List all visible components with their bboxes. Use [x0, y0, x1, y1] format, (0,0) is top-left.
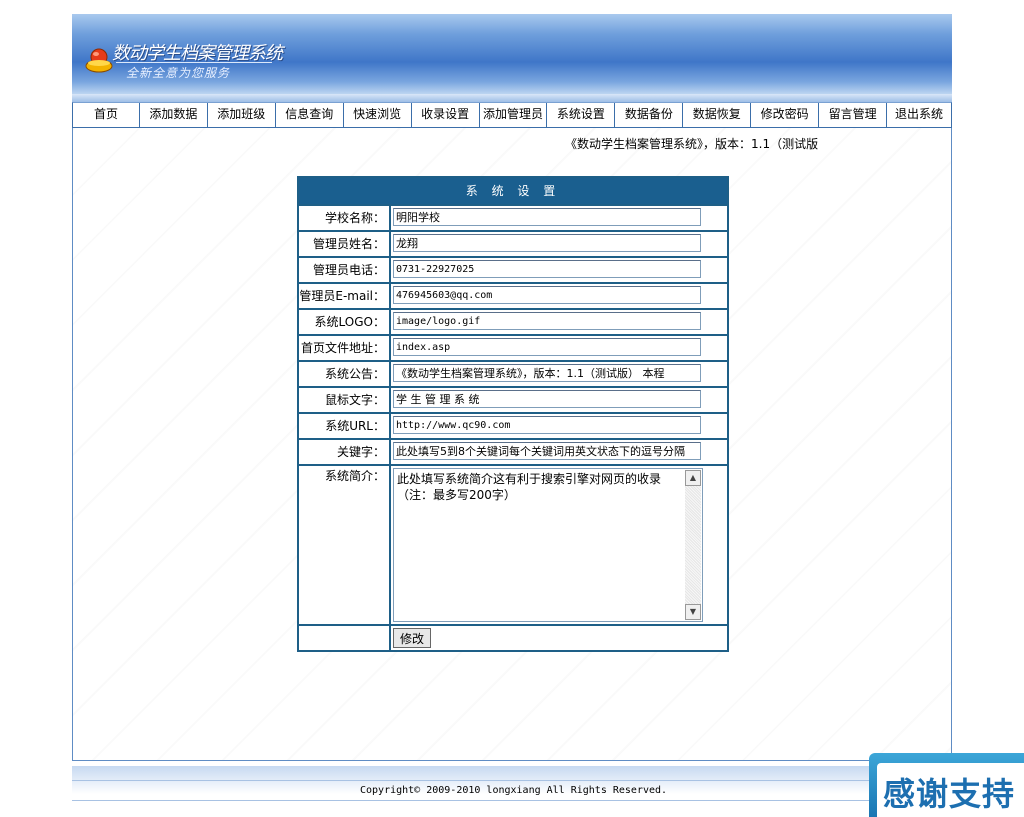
form-row-admin-name: 管理员姓名： 龙翔 — [299, 230, 727, 256]
mouse-text-label: 鼠标文字： — [299, 388, 391, 412]
logo-subtitle: 全新全意为您服务 — [126, 66, 231, 80]
form-row-school-name: 学校名称： 明阳学校 — [299, 204, 727, 230]
announcement-marquee: 《数动学生档案管理系统》，版本：1.1（测试版 — [565, 137, 819, 151]
nav-quick-browse[interactable]: 快速浏览 — [342, 103, 411, 127]
corner-ad[interactable]: 感谢支持 — [869, 753, 1024, 817]
form-row-home-file: 首页文件地址： index.asp — [299, 334, 727, 360]
intro-textarea[interactable]: 此处填写系统简介这有利于搜索引擎对网页的收录（注：最多写200字） ▲ ▼ — [393, 468, 703, 622]
intro-label: 系统简介： — [299, 466, 391, 624]
header-banner: 数动学生档案管理系统 全新全意为您服务 — [72, 14, 952, 94]
admin-name-label: 管理员姓名： — [299, 232, 391, 256]
form-row-admin-phone: 管理员电话： 0731-22927025 — [299, 256, 727, 282]
ingot-logo-icon — [85, 48, 113, 73]
system-logo-label: 系统LOGO： — [299, 310, 391, 334]
form-row-system-logo: 系统LOGO： image/logo.gif — [299, 308, 727, 334]
form-row-intro: 系统简介： 此处填写系统简介这有利于搜索引擎对网页的收录（注：最多写200字） … — [299, 464, 727, 624]
system-logo-input[interactable]: image/logo.gif — [393, 312, 701, 330]
nav-logout[interactable]: 退出系统 — [886, 103, 951, 127]
footer-divider-top — [72, 780, 952, 781]
nav-add-class[interactable]: 添加班级 — [206, 103, 275, 127]
announcement-input[interactable]: 《数动学生档案管理系统》，版本：1.1（测试版） 本程 — [393, 364, 701, 382]
scroll-down-icon[interactable]: ▼ — [685, 604, 701, 620]
footer-divider-bottom — [72, 800, 952, 801]
nav-add-data[interactable]: 添加数据 — [138, 103, 207, 127]
admin-phone-input[interactable]: 0731-22927025 — [393, 260, 701, 278]
nav-collect-settings[interactable]: 收录设置 — [410, 103, 479, 127]
admin-name-input[interactable]: 龙翔 — [393, 234, 701, 252]
home-file-input[interactable]: index.asp — [393, 338, 701, 356]
copyright-text: Copyright© 2009-2010 longxiang All Right… — [360, 785, 668, 796]
main-content: 《数动学生档案管理系统》，版本：1.1（测试版 系 统 设 置 学校名称： 明阳… — [72, 128, 952, 761]
nav-home[interactable]: 首页 — [73, 103, 139, 127]
intro-scrollbar[interactable]: ▲ ▼ — [685, 470, 701, 620]
form-row-system-url: 系统URL： http://www.qc90.com — [299, 412, 727, 438]
logo-title: 数动学生档案管理系统 — [112, 43, 283, 64]
scroll-up-icon[interactable]: ▲ — [685, 470, 701, 486]
nav-info-query[interactable]: 信息查询 — [274, 103, 343, 127]
form-row-submit: 修改 — [299, 624, 727, 650]
nav-data-restore[interactable]: 数据恢复 — [682, 103, 750, 127]
modify-button[interactable]: 修改 — [393, 628, 432, 648]
page-wrapper: 数动学生档案管理系统 全新全意为您服务 首页 添加数据 添加班级 信息查询 快速… — [72, 14, 952, 761]
nav-data-backup[interactable]: 数据备份 — [614, 103, 682, 127]
school-name-label: 学校名称： — [299, 206, 391, 230]
mouse-text-input[interactable]: 学 生 管 理 系 统 — [393, 390, 701, 408]
admin-email-label: 管理员E-mail： — [299, 284, 391, 308]
nav-change-password[interactable]: 修改密码 — [750, 103, 818, 127]
main-nav: 首页 添加数据 添加班级 信息查询 快速浏览 收录设置 添加管理员 系统设置 数… — [72, 102, 952, 128]
keywords-input[interactable]: 此处填写5到8个关键词每个关键词用英文状态下的逗号分隔 — [393, 442, 701, 460]
header-strip — [72, 94, 952, 102]
footer: Copyright© 2009-2010 longxiang All Right… — [72, 766, 952, 817]
form-row-keywords: 关键字： 此处填写5到8个关键词每个关键词用英文状态下的逗号分隔 — [299, 438, 727, 464]
system-url-label: 系统URL： — [299, 414, 391, 438]
admin-email-input[interactable]: 476945603@qq.com — [393, 286, 701, 304]
system-url-input[interactable]: http://www.qc90.com — [393, 416, 701, 434]
submit-label-cell — [299, 626, 391, 650]
home-file-label: 首页文件地址： — [299, 336, 391, 360]
form-title: 系 统 设 置 — [299, 178, 727, 204]
system-settings-form: 系 统 设 置 学校名称： 明阳学校 管理员姓名： 龙翔 管理员电话： 0731… — [297, 176, 729, 652]
school-name-input[interactable]: 明阳学校 — [393, 208, 701, 226]
keywords-label: 关键字： — [299, 440, 391, 464]
form-row-announcement: 系统公告： 《数动学生档案管理系统》，版本：1.1（测试版） 本程 — [299, 360, 727, 386]
nav-system-settings[interactable]: 系统设置 — [546, 103, 614, 127]
intro-text: 此处填写系统简介这有利于搜索引擎对网页的收录（注：最多写200字） — [397, 472, 662, 502]
form-row-mouse-text: 鼠标文字： 学 生 管 理 系 统 — [299, 386, 727, 412]
form-row-admin-email: 管理员E-mail： 476945603@qq.com — [299, 282, 727, 308]
nav-message-manage[interactable]: 留言管理 — [818, 103, 886, 127]
nav-add-admin[interactable]: 添加管理员 — [478, 103, 547, 127]
corner-ad-text: 感谢支持 — [883, 775, 1016, 813]
admin-phone-label: 管理员电话： — [299, 258, 391, 282]
announcement-label: 系统公告： — [299, 362, 391, 386]
